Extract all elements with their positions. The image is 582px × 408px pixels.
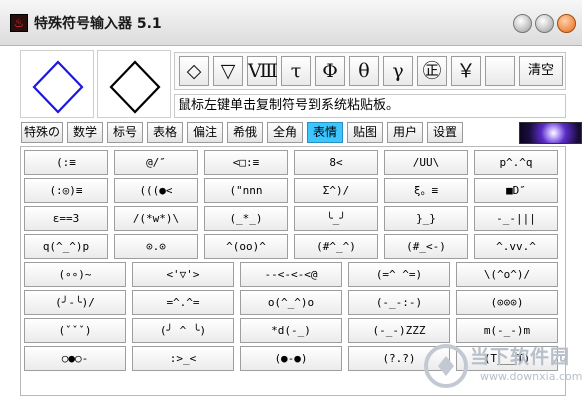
title-bar: ♨ 特殊符号输入器 5.1 [0, 0, 582, 46]
tab-8[interactable]: 贴图 [347, 122, 383, 143]
emoticon-button[interactable]: (-_-:-) [348, 290, 450, 315]
emoticon-button[interactable]: ╰_╯ [294, 206, 378, 231]
emoticon-button[interactable]: }_} [384, 206, 468, 231]
maximize-button[interactable] [535, 14, 554, 33]
emoticon-button[interactable]: ("nnn [204, 178, 288, 203]
emoticon-button[interactable]: (ˇˇˇ) [24, 318, 126, 343]
emoticon-button[interactable]: @/″ [114, 150, 198, 175]
tab-9[interactable]: 用户 [387, 122, 423, 143]
symbol-button[interactable]: ￥ [451, 56, 481, 86]
symbol-button[interactable]: Φ [315, 56, 345, 86]
emoticon-button[interactable]: (#_<-) [384, 234, 468, 259]
symbol-button[interactable]: ▽ [213, 56, 243, 86]
clear-button[interactable]: 清空 [519, 56, 563, 86]
emoticon-button[interactable]: (╯-╰)/ [24, 290, 126, 315]
category-tabs: 特殊の 数学 标号 表格 偏注 希俄 全角 表情 贴图 用户 设置 [20, 122, 582, 144]
tab-4[interactable]: 偏注 [187, 122, 223, 143]
tab-0[interactable]: 特殊の [21, 122, 63, 143]
emoticon-button[interactable]: ⊙.⊙ [114, 234, 198, 259]
symbol-button[interactable]: γ [383, 56, 413, 86]
close-button[interactable] [557, 14, 576, 33]
tab-7[interactable]: 表情 [307, 122, 343, 143]
emoticon-button[interactable]: (●-●) [240, 346, 342, 371]
emoticon-button[interactable]: (=^ ^=) [348, 262, 450, 287]
tab-2[interactable]: 标号 [107, 122, 143, 143]
recent-symbol-toolbar: 清空 ◇ ▽ Ⅷτ Φθ γ ㊣ ￥ [174, 52, 566, 90]
tab-5[interactable]: 希俄 [227, 122, 263, 143]
emoticon-button[interactable]: (?.?) [348, 346, 450, 371]
emoticon-button[interactable]: (#^_^) [294, 234, 378, 259]
emoticon-button[interactable]: ■D″ [474, 178, 558, 203]
emoticon-button[interactable]: (T___T) [456, 346, 558, 371]
symbol-button[interactable]: θ [349, 56, 379, 86]
banner-image [519, 122, 582, 144]
preview-selected-symbol [20, 50, 94, 118]
emoticon-button[interactable]: =^.^= [132, 290, 234, 315]
emoticon-button[interactable]: o(^_^)o [240, 290, 342, 315]
emoticon-button[interactable]: ○●○- [24, 346, 126, 371]
symbol-button[interactable] [485, 56, 515, 86]
emoticon-button[interactable]: /(*w*)\ [114, 206, 198, 231]
emoticon-button[interactable]: m(-_-)m [456, 318, 558, 343]
symbol-button[interactable]: ㊣ [417, 56, 447, 86]
hint-text: 鼠标左键单击复制符号到系统粘贴板。 [174, 94, 566, 118]
app-icon: ♨ [10, 14, 28, 32]
emoticon-button[interactable]: ε==3 [24, 206, 108, 231]
emoticon-button[interactable]: <'▽'> [132, 262, 234, 287]
emoticon-button[interactable]: (-_-)ZZZ [348, 318, 450, 343]
emoticon-button[interactable]: 8< [294, 150, 378, 175]
symbol-button[interactable]: Ⅷ [247, 56, 278, 86]
tab-3[interactable]: 表格 [147, 122, 183, 143]
emoticon-button[interactable]: ξ。≡ [384, 178, 468, 203]
diamond-blue-icon [32, 60, 84, 114]
emoticon-button[interactable]: (:≡ [24, 150, 108, 175]
window-title: 特殊符号输入器 5.1 [34, 16, 162, 32]
preview-previous-symbol [97, 50, 171, 118]
emoticon-button[interactable]: ^.vv.^ [474, 234, 558, 259]
emoticon-button[interactable]: <□:≡ [204, 150, 288, 175]
emoticon-button[interactable]: \(^o^)/ [456, 262, 558, 287]
diamond-black-icon [109, 60, 161, 114]
emoticon-button[interactable]: (_*_) [204, 206, 288, 231]
tab-1[interactable]: 数学 [67, 122, 103, 143]
emoticon-button[interactable]: q(^_^)p [24, 234, 108, 259]
emoticon-button[interactable]: -_-||| [474, 206, 558, 231]
emoticon-button[interactable]: (⊙⊙⊙) [456, 290, 558, 315]
emoticon-button[interactable]: p^.^q [474, 150, 558, 175]
emoticon-button[interactable]: (∘∘)~ [24, 262, 126, 287]
symbol-button[interactable]: ◇ [179, 56, 209, 86]
tab-10[interactable]: 设置 [427, 122, 463, 143]
symbol-button[interactable]: τ [281, 56, 311, 86]
emoticon-button[interactable]: (╯ ^ ╰) [132, 318, 234, 343]
emoticon-button[interactable]: (((●< [114, 178, 198, 203]
tab-6[interactable]: 全角 [267, 122, 303, 143]
emoticon-button[interactable]: (:◎)≡ [24, 178, 108, 203]
emoticon-button[interactable]: :>_< [132, 346, 234, 371]
emoticon-button[interactable]: /UU\ [384, 150, 468, 175]
emoticon-button[interactable]: Σ^)/ [294, 178, 378, 203]
emoticon-button[interactable]: --<-<-<@ [240, 262, 342, 287]
emoticon-button[interactable]: ^(oo)^ [204, 234, 288, 259]
emoticon-button[interactable]: *d(-_) [240, 318, 342, 343]
symbol-grid: (:≡ @/″ <□:≡ 8</UU\ p^.^q (:◎)≡ (((●< ("nnn Σ^)/… [20, 146, 566, 396]
minimize-button[interactable] [513, 14, 532, 33]
